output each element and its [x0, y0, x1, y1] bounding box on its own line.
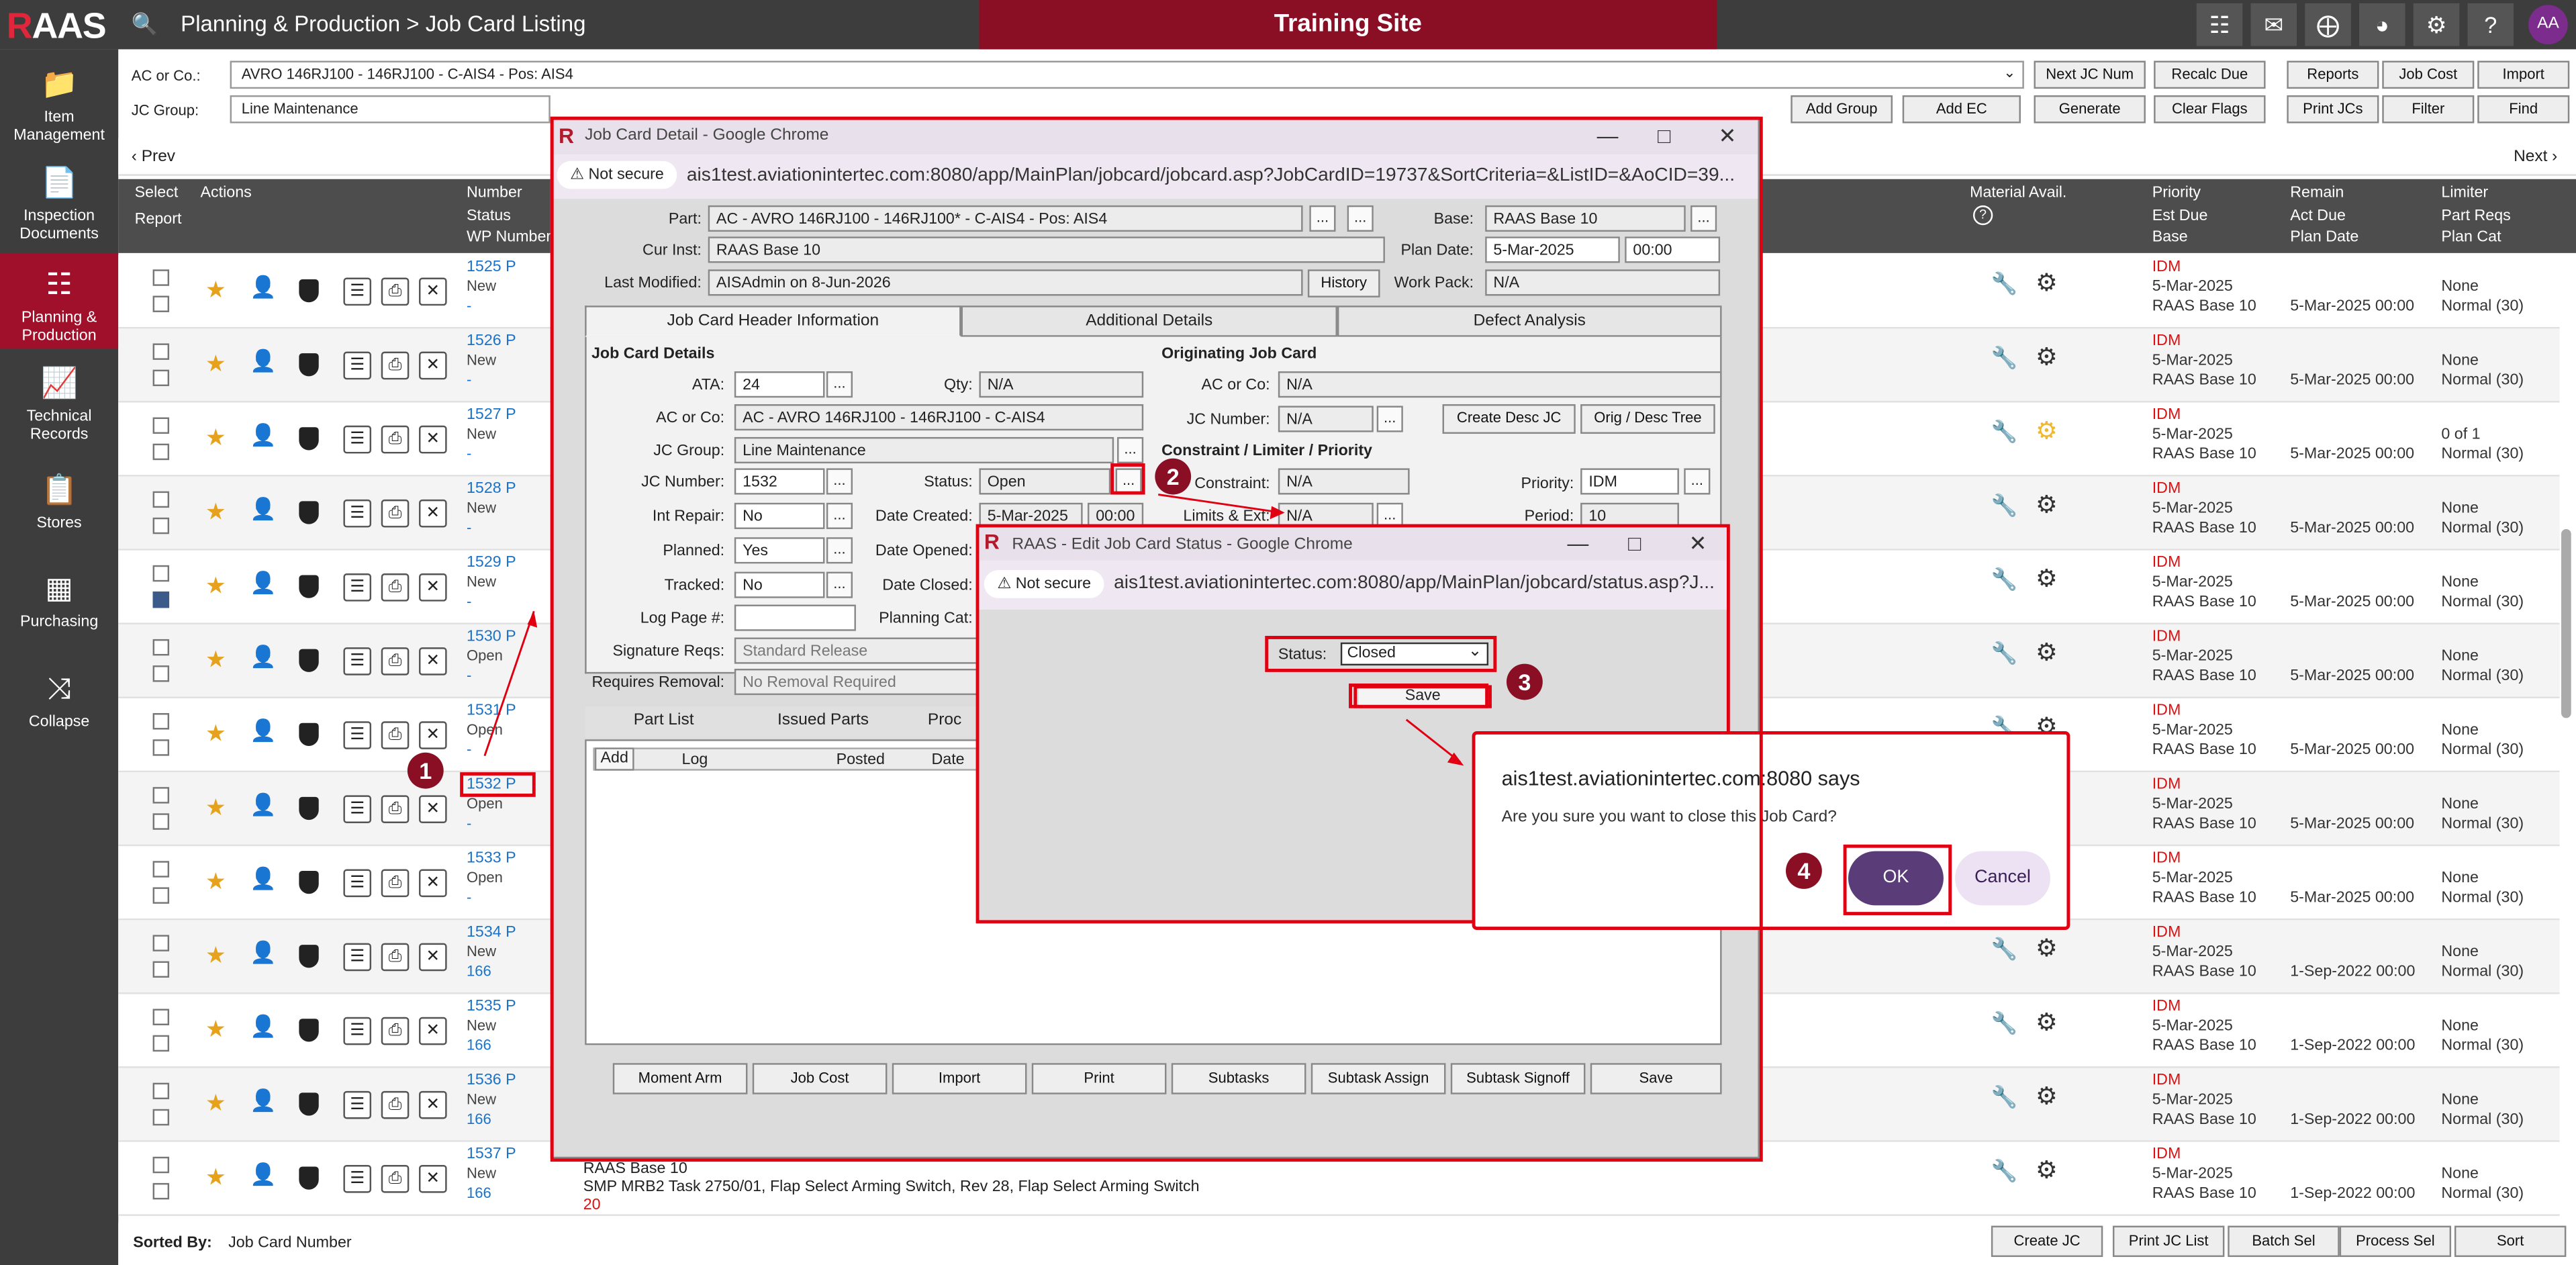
- arrow-1: [483, 610, 535, 757]
- annotation-badge-4: 4: [1785, 853, 1822, 889]
- annotation-badge-3: 3: [1506, 663, 1543, 700]
- annotation-badge-2: 2: [1155, 458, 1192, 495]
- arrow-2-head: [1270, 506, 1285, 520]
- annotation-arrows: [483, 494, 1464, 766]
- arrow-2: [1157, 494, 1282, 514]
- annotation-badge-1: 1: [407, 752, 444, 789]
